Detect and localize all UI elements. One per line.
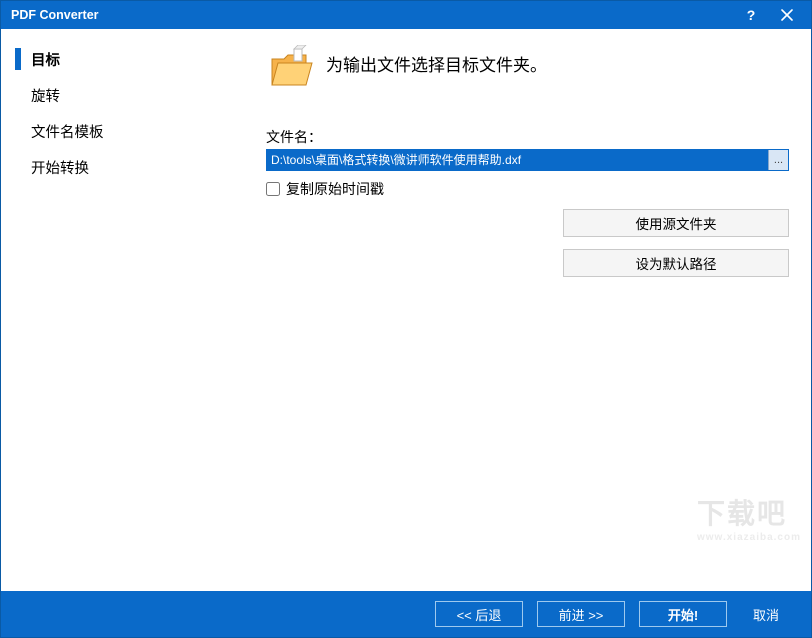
sidebar-item-start-convert[interactable]: 开始转换 (1, 149, 256, 185)
sidebar-item-label: 目标 (31, 49, 60, 70)
next-button[interactable]: 前进 >> (537, 601, 625, 627)
watermark-main: 下载吧 (697, 498, 787, 529)
help-button[interactable]: ? (733, 1, 769, 29)
window-title: PDF Converter (11, 8, 733, 22)
browse-button[interactable]: ... (768, 150, 788, 170)
folder-buttons: 使用源文件夹 设为默认路径 (563, 209, 789, 277)
sidebar-item-label: 开始转换 (31, 157, 89, 178)
sidebar-item-target[interactable]: 目标 (1, 41, 256, 77)
help-icon: ? (747, 7, 756, 23)
back-button[interactable]: << 后退 (435, 601, 523, 627)
watermark-sub: www.xiazaiba.com (697, 532, 801, 543)
filename-row: D:\tools\桌面\格式转换\微讲师软件使用帮助.dxf ... (266, 149, 789, 171)
use-source-folder-button[interactable]: 使用源文件夹 (563, 209, 789, 237)
sidebar: 目标 旋转 文件名模板 开始转换 (1, 29, 256, 591)
close-icon (781, 9, 793, 21)
footer: << 后退 前进 >> 开始! 取消 (1, 591, 811, 637)
heading-row: 为输出文件选择目标文件夹。 (266, 45, 789, 93)
start-button[interactable]: 开始! (639, 601, 727, 627)
sidebar-item-label: 旋转 (31, 85, 60, 106)
filename-label: 文件名： (266, 127, 789, 147)
titlebar: PDF Converter ? (1, 1, 811, 29)
sidebar-item-label: 文件名模板 (31, 121, 104, 142)
watermark: 下载吧 www.xiazaiba.com (697, 492, 801, 543)
window: PDF Converter ? 目标 旋转 文件名模板 开始转换 (0, 0, 812, 638)
page-heading: 为输出文件选择目标文件夹。 (326, 51, 547, 76)
folder-icon (266, 45, 314, 93)
filename-input[interactable]: D:\tools\桌面\格式转换\微讲师软件使用帮助.dxf (267, 150, 768, 170)
copy-timestamp-checkbox[interactable] (266, 182, 280, 196)
content-panel: 为输出文件选择目标文件夹。 文件名： D:\tools\桌面\格式转换\微讲师软… (256, 29, 811, 591)
set-default-path-button[interactable]: 设为默认路径 (563, 249, 789, 277)
copy-timestamp-row[interactable]: 复制原始时间戳 (266, 179, 789, 199)
cancel-button[interactable]: 取消 (741, 601, 791, 627)
sidebar-item-filename-template[interactable]: 文件名模板 (1, 113, 256, 149)
client-area: 目标 旋转 文件名模板 开始转换 (1, 29, 811, 591)
filename-block: 文件名： D:\tools\桌面\格式转换\微讲师软件使用帮助.dxf ... … (266, 127, 789, 199)
copy-timestamp-label: 复制原始时间戳 (286, 179, 384, 199)
close-button[interactable] (769, 1, 805, 29)
sidebar-item-rotate[interactable]: 旋转 (1, 77, 256, 113)
